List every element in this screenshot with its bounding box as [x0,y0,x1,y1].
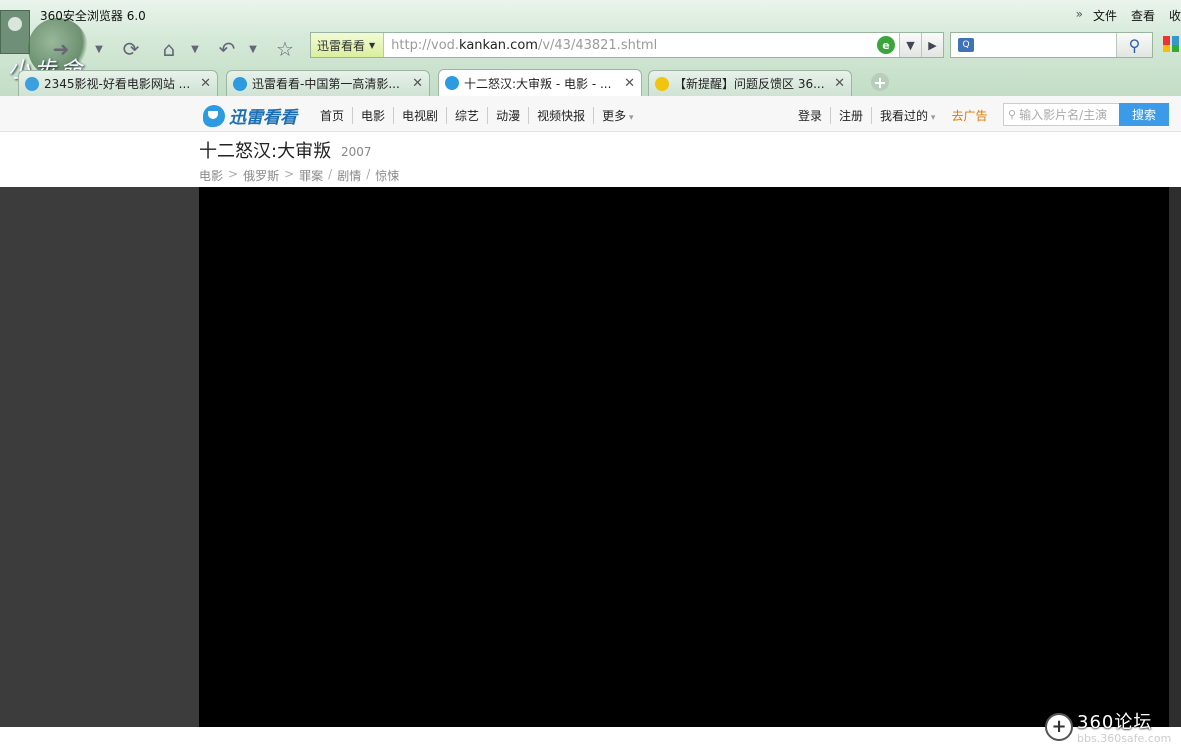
menu-file[interactable]: 文件 [1093,7,1117,24]
history-dropdown[interactable]: 我看过的 [871,107,943,124]
tab-2345[interactable]: 2345影视-好看电影网站 ... ✕ [18,70,218,96]
crumb-genre-thriller[interactable]: 惊悚 [375,167,399,184]
nav-more[interactable]: 更多 [593,107,641,124]
browser-search-box[interactable]: Q ⚲ [950,32,1153,58]
url-domain: kankan.com [459,37,538,53]
nav-home[interactable]: 首页 [320,107,352,124]
search-icon: ⚲ [1008,108,1017,121]
address-bar[interactable]: 迅雷看看 ▼ http://vod.kankan.com/v/43/43821.… [310,32,944,58]
menu-bar: » 文件 查看 收 [1076,7,1181,24]
tab-movie-page[interactable]: 十二怒汉:大审叛 - 电影 - ... ✕ [438,69,642,96]
back-arrow-icon[interactable]: ➜ [48,36,74,62]
home-icon[interactable]: ⌂ [156,36,182,62]
refresh-icon[interactable]: ⟳ [118,36,144,62]
register-link[interactable]: 注册 [830,107,871,124]
chevron-right-icon: > [228,167,239,181]
menu-view[interactable]: 查看 [1131,7,1155,24]
page-footer-strip [0,727,1181,746]
user-links: 登录 注册 我看过的 去广告 [798,107,995,124]
site-search-input[interactable]: ⚲ 输入影片名/主演 [1003,103,1120,126]
tab-favicon-icon [655,76,669,91]
site-nav-links: 首页 电影 电视剧 综艺 动漫 视频快报 更多 [320,107,642,124]
slash-separator: / [328,167,333,181]
close-icon[interactable]: ✕ [624,76,635,91]
login-link[interactable]: 登录 [798,107,830,124]
movie-year: 2007 [341,145,372,159]
window-title: 360安全浏览器 6.0 [40,9,146,23]
menu-chevron-icon[interactable]: » [1076,7,1083,24]
address-site-tag[interactable]: 迅雷看看 ▼ [311,33,385,57]
favorite-star-icon[interactable]: ☆ [272,36,298,62]
new-tab-plus-icon[interactable]: + [871,73,889,92]
home-dropdown-icon[interactable]: ▼ [188,36,202,62]
search-icon[interactable]: ⚲ [1116,33,1152,57]
undo-icon[interactable]: ↶ [214,36,240,62]
kankan-logo-icon [203,104,225,127]
tab-bar: 2345影视-好看电影网站 ... ✕ 迅雷看看-中国第一高清影... ✕ 十二… [0,69,1181,96]
user-avatar[interactable] [0,10,30,54]
tab-favicon-icon [25,76,39,91]
browser-chrome: 小步命 360安全浏览器 6.0 » 文件 查看 收 ➜ ▼ ⟳ ⌂ ▼ ↶ ▼… [0,0,1181,96]
url-prefix: http://vod. [391,37,460,53]
forum-watermark: + 360论坛 bbs.360safe.com [1045,708,1171,745]
crumb-category[interactable]: 电影 [199,167,223,184]
search-placeholder: 输入影片名/主演 [1019,108,1108,122]
watermark-url: bbs.360safe.com [1077,732,1172,745]
tab-label: 【新提醒】问题反馈区 36... [674,77,825,91]
address-dropdown-icon[interactable]: ▼ [899,33,921,57]
tab-label: 迅雷看看-中国第一高清影... [252,77,400,91]
tab-favicon-icon [445,76,459,90]
nav-news[interactable]: 视频快报 [528,107,593,124]
close-icon[interactable]: ✕ [200,76,211,91]
movie-title: 十二怒汉:大审叛 [199,141,332,162]
close-icon[interactable]: ✕ [412,76,423,91]
apps-grid-icon[interactable] [1163,36,1179,52]
tab-kankan-home[interactable]: 迅雷看看-中国第一高清影... ✕ [226,70,430,96]
logo-text: 迅雷看看 [229,108,297,128]
close-icon[interactable]: ✕ [834,76,845,91]
nav-variety[interactable]: 综艺 [446,107,487,124]
slash-separator: / [366,167,371,181]
breadcrumb: 电影 > 俄罗斯 > 罪案 / 剧情 / 惊悚 [199,167,399,184]
watermark-title: 360论坛 [1077,712,1153,733]
page-scrollbar[interactable] [1169,187,1181,727]
crumb-genre-drama[interactable]: 剧情 [337,167,361,184]
chevron-right-icon: > [284,167,295,181]
video-player[interactable] [199,187,1169,727]
address-url[interactable]: http://vod.kankan.com/v/43/43821.shtml [384,38,877,53]
back-dropdown-icon[interactable]: ▼ [92,36,106,62]
go-arrow-icon[interactable]: ▶ [921,33,943,57]
crumb-region[interactable]: 俄罗斯 [243,167,279,184]
crumb-genre-crime[interactable]: 罪案 [299,167,323,184]
undo-dropdown-icon[interactable]: ▼ [246,36,260,62]
nav-movie[interactable]: 电影 [352,107,393,124]
address-tag-label: 迅雷看看 [317,38,366,53]
site-search-button[interactable]: 搜索 [1119,103,1169,126]
tab-label: 十二怒汉:大审叛 - 电影 - ... [464,76,612,91]
nav-anime[interactable]: 动漫 [487,107,528,124]
plus-logo-icon: + [1045,712,1073,741]
ie-mode-icon[interactable]: e [877,36,895,54]
kankan-logo[interactable]: 迅雷看看 [203,103,297,128]
tab-feedback[interactable]: 【新提醒】问题反馈区 36... ✕ [648,70,852,96]
nav-tv[interactable]: 电视剧 [393,107,446,124]
tag-dropdown-icon: ▼ [369,40,376,50]
search-engine-icon[interactable]: Q [951,33,981,57]
tab-label: 2345影视-好看电影网站 ... [44,77,191,91]
tab-favicon-icon [233,76,247,91]
remove-ads-link[interactable]: 去广告 [943,107,995,124]
url-path: /v/43/43821.shtml [537,37,658,53]
menu-favorites[interactable]: 收 [1169,7,1181,24]
